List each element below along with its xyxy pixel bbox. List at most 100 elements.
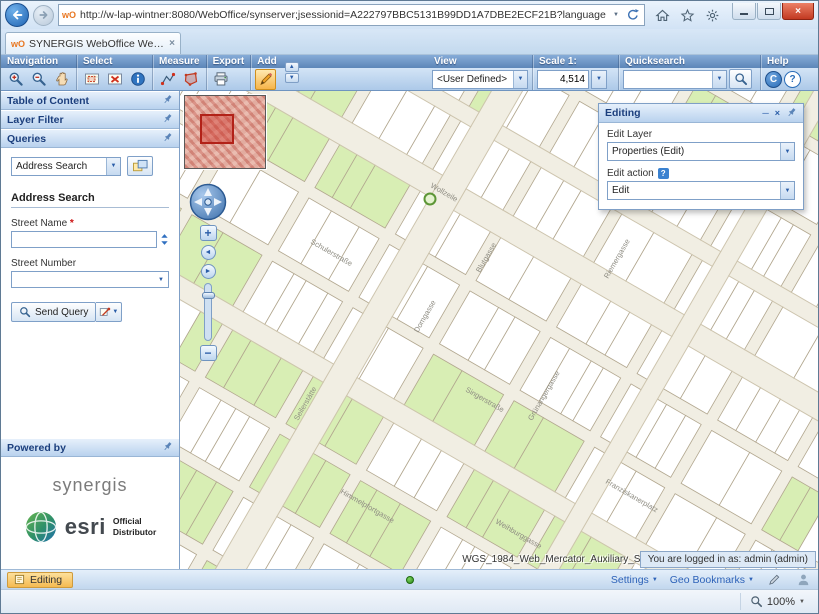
quicksearch-button[interactable] [729, 69, 752, 89]
query-result-icon [99, 306, 111, 318]
compass-pan-control[interactable] [189, 183, 227, 221]
toolbar-collapse-controls: ▲ ▼ [283, 55, 301, 90]
pin-icon[interactable] [162, 441, 173, 455]
zoom-out-map-button[interactable]: − [200, 345, 217, 361]
clear-selection-button[interactable] [104, 69, 125, 90]
arrow-right-icon: ► [205, 268, 212, 275]
info-icon [130, 71, 146, 87]
pin-icon[interactable] [162, 132, 173, 146]
view-select-value: <User Defined> [433, 74, 513, 85]
group-label-view: View [428, 55, 532, 68]
edit-action-select[interactable]: Edit ▼ [607, 181, 795, 200]
view-select[interactable]: <User Defined> ▼ [432, 70, 528, 89]
editing-status-tab[interactable]: Editing [7, 572, 73, 588]
group-label-add: Add [251, 55, 282, 68]
zoom-in-button[interactable] [5, 69, 26, 90]
zoom-in-map-button[interactable]: + [200, 225, 217, 241]
home-icon[interactable] [653, 8, 672, 23]
editing-panel-header[interactable]: Editing ─ × [599, 104, 803, 123]
tab-close-icon[interactable]: × [169, 38, 175, 49]
minus-icon: − [204, 346, 211, 360]
url-input[interactable] [78, 8, 608, 22]
chevron-down-icon: ▼ [712, 71, 726, 88]
browser-tab-row: wO SYNERGIS WebOffice Web... × [1, 29, 818, 55]
edit-layer-value: Properties (Edit) [608, 146, 780, 157]
select-button[interactable] [81, 69, 102, 90]
login-status-tooltip: You are logged in as: admin (admin) [640, 551, 816, 568]
panel-header-table-of-content[interactable]: Table of Content [1, 91, 179, 110]
panel-header-layer-filter[interactable]: Layer Filter [1, 110, 179, 129]
tab-favicon: wO [11, 39, 25, 49]
measure-distance-button[interactable] [157, 69, 178, 90]
send-query-button[interactable]: Send Query [11, 302, 96, 322]
toolbar-chevron-up-button[interactable]: ▲ [285, 62, 299, 72]
group-label-quicksearch: Quicksearch [619, 55, 760, 68]
add-sketch-button[interactable] [255, 69, 276, 90]
next-extent-button[interactable]: ► [201, 264, 216, 279]
zoom-slider[interactable] [204, 283, 212, 341]
zoom-out-button[interactable] [28, 69, 49, 90]
scale-select-button[interactable]: ▼ [591, 70, 607, 89]
forward-button[interactable] [33, 5, 54, 26]
favorites-star-icon[interactable] [678, 8, 697, 23]
editing-panel: Editing ─ × Edit Layer Properties (Edit)… [598, 103, 804, 210]
zoom-slider-handle[interactable] [202, 292, 215, 299]
help-button[interactable]: ? [784, 71, 801, 88]
tab-title: SYNERGIS WebOffice Web... [29, 38, 165, 50]
street-name-input[interactable] [11, 231, 157, 248]
map-viewport[interactable]: WollzeileSchulerstraßeSingerstraßeHimmel… [180, 91, 818, 569]
required-mark: * [70, 218, 74, 229]
overview-map[interactable] [184, 95, 266, 169]
minimize-button[interactable] [732, 3, 756, 20]
pin-icon[interactable] [786, 107, 797, 120]
close-button[interactable]: × [782, 3, 814, 20]
quicksearch-select[interactable]: ▼ [623, 70, 727, 89]
toolbar-chevron-down-button[interactable]: ▼ [285, 73, 299, 83]
refresh-icon[interactable] [624, 8, 642, 22]
user-icon[interactable] [795, 573, 812, 586]
chevron-down-icon: ▼ [652, 577, 658, 583]
help-contact-button[interactable]: C [765, 71, 782, 88]
address-bar[interactable]: wO ▼ [58, 4, 645, 26]
toolbar-group-scale: Scale 1: ▼ [532, 55, 618, 90]
print-button[interactable] [211, 69, 232, 90]
settings-gear-icon[interactable] [703, 8, 722, 23]
maximize-button[interactable] [757, 3, 781, 20]
group-label-scale: Scale 1: [533, 55, 618, 68]
editing-panel-title: Editing [605, 107, 641, 119]
toolbar-group-help: Help C ? [760, 55, 818, 90]
measure-area-button[interactable] [180, 69, 201, 90]
panel-close-icon[interactable]: × [775, 108, 780, 118]
back-button[interactable] [5, 3, 29, 27]
pin-icon[interactable] [162, 113, 173, 127]
group-label-export: Export [207, 55, 251, 68]
panel-minimize-icon[interactable]: ─ [762, 108, 768, 118]
toolbar-spacer [301, 55, 428, 90]
overview-extent-box[interactable] [200, 114, 234, 144]
geo-bookmarks-menu[interactable]: Geo Bookmarks▼ [670, 574, 754, 586]
edit-pencil-icon[interactable] [766, 573, 783, 586]
window-controls: × [732, 3, 814, 20]
url-dropdown-icon[interactable]: ▼ [610, 12, 622, 18]
close-icon: × [795, 6, 801, 17]
send-query-options-button[interactable]: ▼ [96, 302, 122, 322]
sort-arrows-icon[interactable] [160, 233, 169, 246]
previous-extent-button[interactable]: ◄ [201, 245, 216, 260]
scale-input[interactable] [537, 70, 589, 89]
edit-layer-select[interactable]: Properties (Edit) ▼ [607, 142, 795, 161]
pan-button[interactable] [51, 69, 72, 90]
panel-header-powered-by[interactable]: Powered by [1, 438, 179, 457]
street-number-combo[interactable]: ▼ [11, 271, 169, 288]
browser-zoom-control[interactable]: 100% ▼ [740, 593, 814, 610]
query-builder-button[interactable] [127, 156, 153, 176]
query-type-select[interactable]: Address Search ▼ [11, 157, 121, 176]
panel-title: Queries [7, 133, 46, 145]
send-query-label: Send Query [35, 307, 88, 318]
help-question-icon[interactable]: ? [658, 168, 669, 179]
pin-icon[interactable] [162, 94, 173, 108]
browser-tab[interactable]: wO SYNERGIS WebOffice Web... × [5, 32, 181, 54]
settings-menu[interactable]: Settings▼ [611, 574, 658, 586]
plus-icon: + [204, 226, 211, 240]
identify-button[interactable] [127, 69, 148, 90]
panel-header-queries[interactable]: Queries [1, 129, 179, 148]
